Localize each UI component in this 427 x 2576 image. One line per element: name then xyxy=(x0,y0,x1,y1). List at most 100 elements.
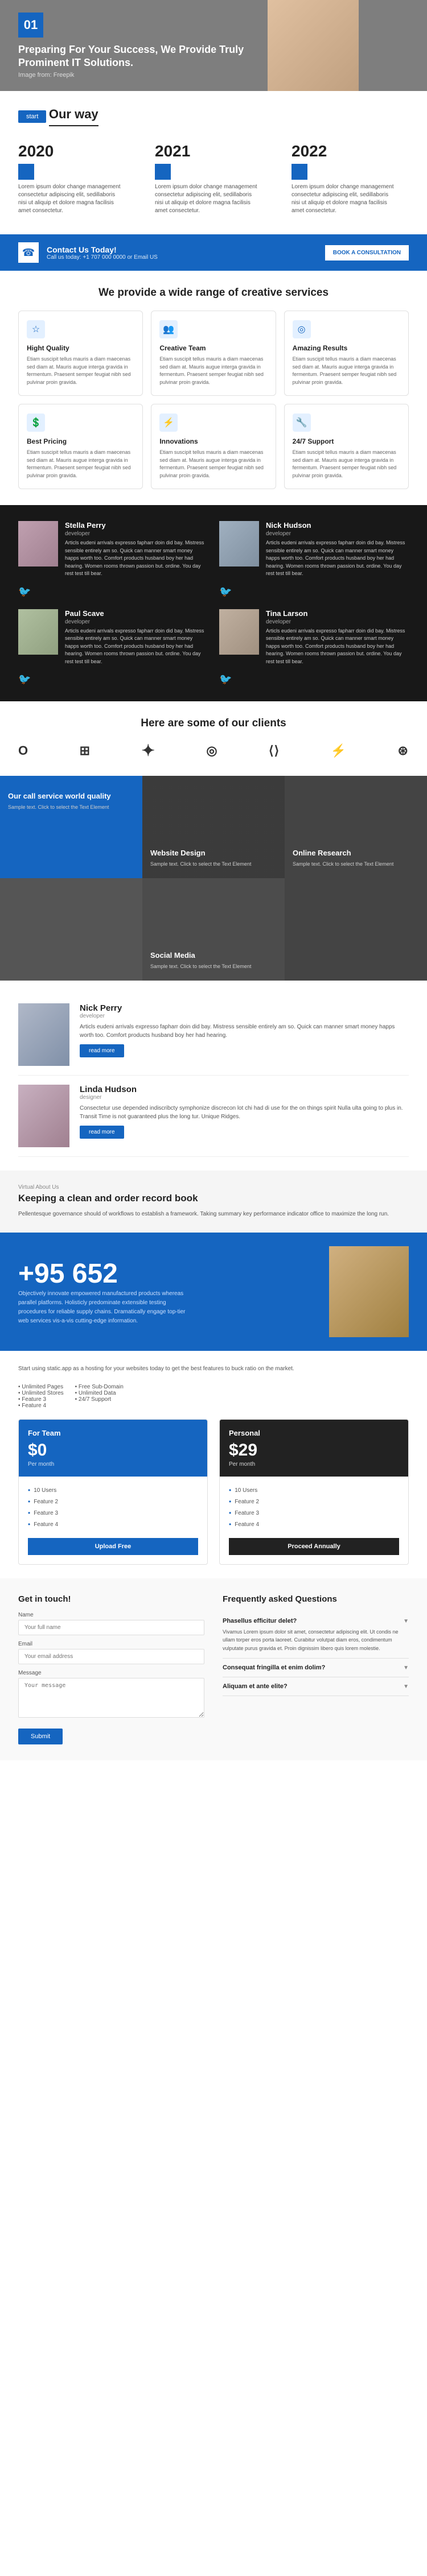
service-card-creative-team: 👥 Creative Team Etiam suscipit tellus ma… xyxy=(151,311,276,396)
service-name-5: 24/7 Support xyxy=(293,437,400,445)
faq-question-1[interactable]: Consequat fringilla et enim dolim? ▼ xyxy=(223,1664,409,1671)
form-textarea-message[interactable] xyxy=(18,1678,204,1718)
pricing-feature-right-1: • Unlimited Data xyxy=(75,1390,124,1396)
twitter-icon-3: 🐦 xyxy=(219,673,409,685)
team-avatar-0 xyxy=(18,521,58,567)
pricing-btn-team[interactable]: Upload Free xyxy=(28,1538,198,1555)
service-dark-name-2: Online Research xyxy=(293,849,419,857)
pricing-intro: Start using static.app as a hosting for … xyxy=(18,1365,409,1374)
service-name-0: Hight Quality xyxy=(27,344,134,352)
team-list-avatar-linda xyxy=(18,1085,69,1147)
year-2022: 2022 Lorem ipsum dolor change management… xyxy=(291,142,394,215)
faq-answer-0: Vivamus Lorem ipsum dolor sit amet, cons… xyxy=(223,1628,409,1652)
service-dark-web-design: Website Design Sample text. Click to sel… xyxy=(142,776,285,878)
book-consultation-button[interactable]: BOOK A CONSULTATION xyxy=(325,245,409,261)
year-label-2022: 2022 xyxy=(291,142,394,160)
team-avatar-3 xyxy=(219,609,259,655)
year-2021: 2021 Lorem ipsum dolor change management… xyxy=(155,142,257,215)
form-label-message: Message xyxy=(18,1670,204,1676)
service-name-3: Best Pricing xyxy=(27,437,134,445)
service-dark-name-4: Social Media xyxy=(150,951,277,960)
faq-question-text-1: Consequat fringilla et enim dolim? xyxy=(223,1664,325,1671)
read-more-button-linda[interactable]: read more xyxy=(80,1126,124,1139)
year-square-2020 xyxy=(18,164,34,180)
faq-title: Frequently asked Questions xyxy=(223,1594,409,1604)
contact-subtitle: Call us today: +1 707 000 0000 or Email … xyxy=(47,254,158,261)
team-list-info-linda: Linda Hudson designer Consectetur use de… xyxy=(80,1085,409,1139)
pricing-features-personal: 10 Users Feature 2 Feature 3 Feature 4 xyxy=(220,1477,408,1538)
stats-section: +95 652 Objectively innovate empowered m… xyxy=(0,1233,427,1351)
team-list-role-nick: developer xyxy=(80,1013,409,1019)
read-more-button-nick[interactable]: read more xyxy=(80,1044,124,1057)
service-dark-social-media: Social Media Sample text. Click to selec… xyxy=(142,878,285,981)
service-dark-content-5 xyxy=(285,878,427,981)
service-card-support: 🔧 24/7 Support Etiam suscipit tellus mau… xyxy=(284,404,409,489)
service-dark-online-research: Online Research Sample text. Click to se… xyxy=(285,776,427,878)
team-info-0: Stella Perry developer Articls eudeni ar… xyxy=(65,521,208,578)
pricing-feature-right-2: • 24/7 Support xyxy=(75,1396,124,1403)
team-info-1: Nick Hudson developer Articls eudeni arr… xyxy=(266,521,409,578)
pricing-features-row: • Unlimited Pages • Unlimited Stores • F… xyxy=(18,1384,409,1409)
team-card-top-1: Nick Hudson developer Articls eudeni arr… xyxy=(219,521,409,578)
hero-section: 01 Preparing For Your Success, We Provid… xyxy=(0,0,427,91)
client-logo-5: ⚡ xyxy=(331,743,347,758)
faq-item-2: Aliquam et ante elite? ▼ xyxy=(223,1677,409,1696)
pricing-features-team: 10 Users Feature 2 Feature 3 Feature 4 xyxy=(19,1477,207,1538)
service-desc-0: Etiam suscipit tellus mauris a diam maec… xyxy=(27,355,134,386)
year-text-2022: Lorem ipsum dolor change management cons… xyxy=(291,183,394,215)
service-icon-5: 🔧 xyxy=(293,414,311,432)
client-logo-2: ✦ xyxy=(141,741,155,760)
our-way-title: Our way xyxy=(49,107,98,126)
about-section: Virtual About Us Keeping a clean and ord… xyxy=(0,1171,427,1233)
service-icon-0: ☆ xyxy=(27,320,45,338)
twitter-icon-1: 🐦 xyxy=(219,586,409,598)
faq-question-text-0: Phasellus efficitur delet? xyxy=(223,1618,297,1624)
pricing-feature-team-0: 10 Users xyxy=(28,1485,198,1496)
team-dark-grid: Stella Perry developer Articls eudeni ar… xyxy=(18,521,409,685)
faq-question-0[interactable]: Phasellus efficitur delet? ▼ xyxy=(223,1618,409,1624)
year-text-2021: Lorem ipsum dolor change management cons… xyxy=(155,183,257,215)
year-square-2022 xyxy=(291,164,307,180)
team-name-0: Stella Perry xyxy=(65,521,208,530)
hero-image-credit: Image from: Freepik xyxy=(18,72,266,78)
team-list-section: Nick Perry developer Articls eudeni arri… xyxy=(0,981,427,1171)
services-section: We provide a wide range of creative serv… xyxy=(0,281,427,505)
contact-bar: ☎ Contact Us Today! Call us today: +1 70… xyxy=(0,234,427,271)
service-dark-desc-1: Sample text. Click to select the Text El… xyxy=(150,861,277,869)
contact-faq-section: Get in touch! Name Email Message Submit … xyxy=(0,1578,427,1760)
submit-button[interactable]: Submit xyxy=(18,1729,63,1744)
pricing-feature-left-1: • Unlimited Stores xyxy=(18,1390,64,1396)
contact-phone-icon: ☎ xyxy=(18,242,39,263)
service-icon-1: 👥 xyxy=(159,320,178,338)
faq-question-2[interactable]: Aliquam et ante elite? ▼ xyxy=(223,1683,409,1690)
form-label-email: Email xyxy=(18,1641,204,1647)
faq-item-0: Phasellus efficitur delet? ▼ Vivamus Lor… xyxy=(223,1612,409,1659)
team-role-0: developer xyxy=(65,531,208,537)
services-title: We provide a wide range of creative serv… xyxy=(18,287,409,299)
service-card-innovations: ⚡ Innovations Etiam suscipit tellus maur… xyxy=(151,404,276,489)
pricing-card-personal: Personal $29 Per month 10 Users Feature … xyxy=(219,1419,409,1565)
clients-title: Here are some of our clients xyxy=(18,717,409,730)
team-card-top-2: Paul Scave developer Articls eudeni arri… xyxy=(18,609,208,666)
pricing-feature-left-2: • Feature 3 xyxy=(18,1396,64,1403)
service-name-1: Creative Team xyxy=(159,344,267,352)
year-text-2020: Lorem ipsum dolor change management cons… xyxy=(18,183,121,215)
client-logo-6: ⊛ xyxy=(398,743,409,758)
year-label-2020: 2020 xyxy=(18,142,121,160)
team-desc-2: Articls eudeni arrivals expresso fapharr… xyxy=(65,627,208,666)
stat-person-image xyxy=(329,1246,409,1337)
service-desc-1: Etiam suscipit tellus mauris a diam maec… xyxy=(159,355,267,386)
start-button[interactable]: start xyxy=(18,110,46,123)
pricing-card-header-personal: Personal $29 Per month xyxy=(220,1420,408,1477)
pricing-btn-personal[interactable]: Proceed Annually xyxy=(229,1538,399,1555)
form-input-name[interactable] xyxy=(18,1620,204,1635)
pricing-plan-personal: Personal xyxy=(229,1429,399,1437)
team-info-2: Paul Scave developer Articls eudeni arri… xyxy=(65,609,208,666)
team-card-top-0: Stella Perry developer Articls eudeni ar… xyxy=(18,521,208,578)
service-dark-content-2: Online Research Sample text. Click to se… xyxy=(285,776,427,878)
service-icon-3: 💲 xyxy=(27,414,45,432)
service-dark-content-3 xyxy=(0,878,142,981)
contact-form-title: Get in touch! xyxy=(18,1594,204,1604)
form-input-email[interactable] xyxy=(18,1649,204,1664)
team-list-avatar-nick xyxy=(18,1003,69,1066)
